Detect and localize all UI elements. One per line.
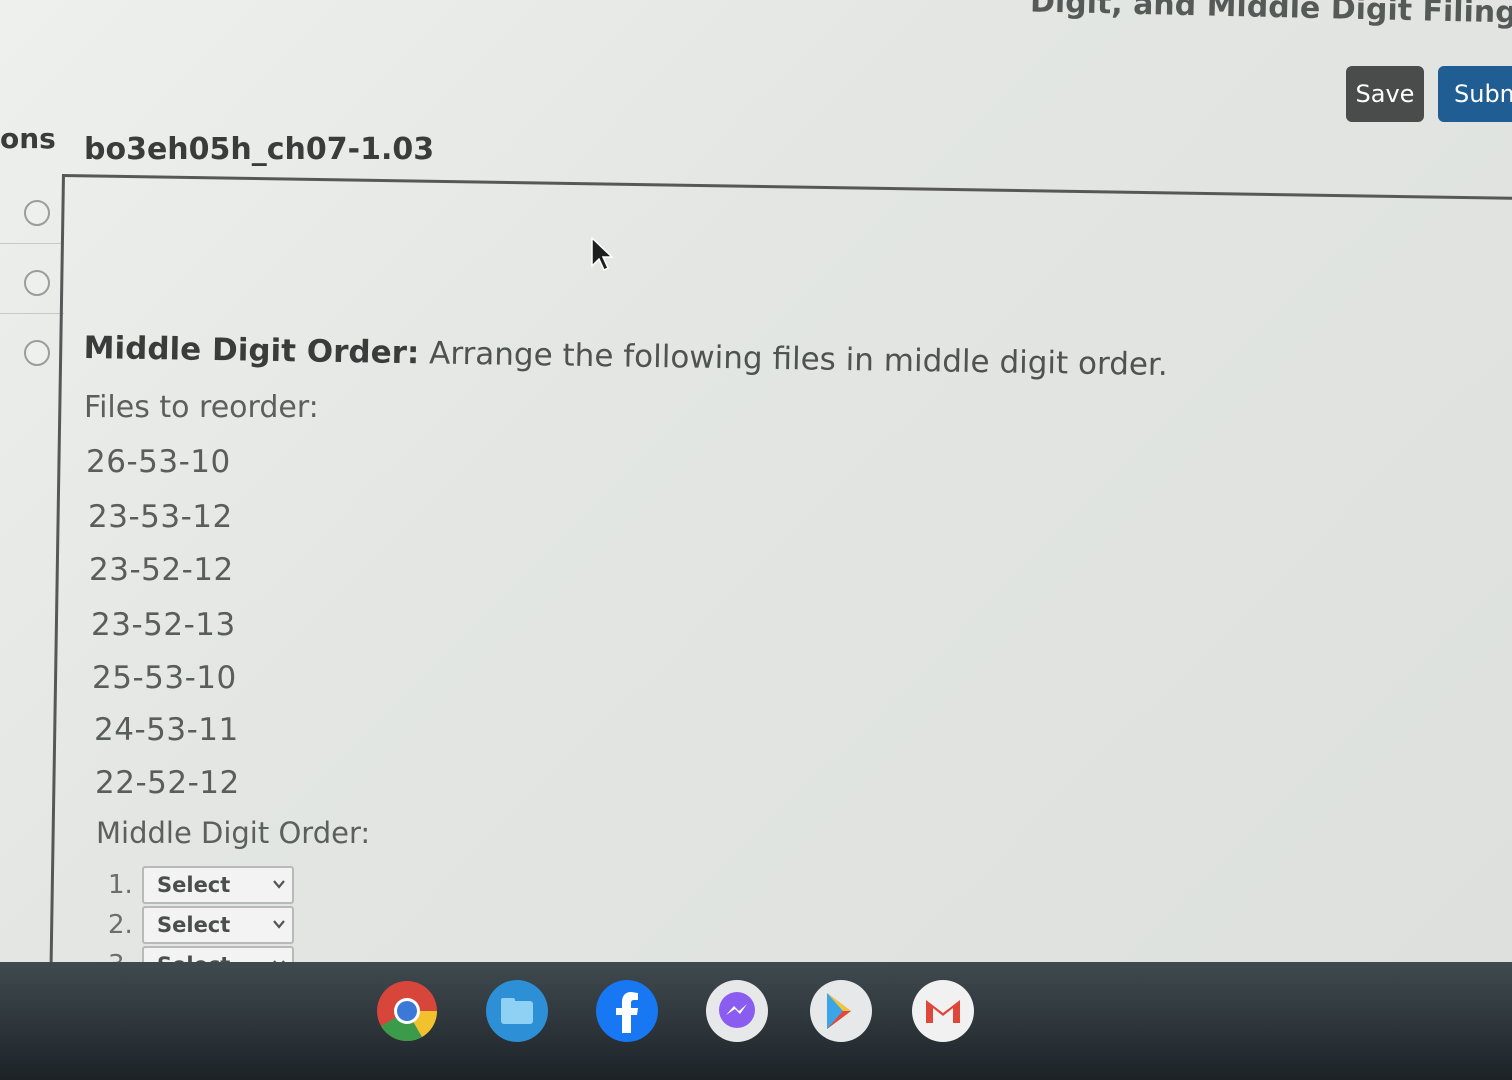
file-item: 25-53-10 xyxy=(92,660,237,696)
messenger-icon[interactable] xyxy=(706,980,768,1042)
file-item: 23-53-12 xyxy=(88,499,233,535)
prompt-heading: Middle Digit Order: xyxy=(83,330,420,372)
order-label: Middle Digit Order: xyxy=(96,816,371,850)
chevron-down-icon xyxy=(273,880,285,889)
sidebar-tab-label: ons xyxy=(0,122,56,155)
select-value: Select xyxy=(157,913,231,937)
file-item: 24-53-11 xyxy=(94,712,239,748)
file-item: 26-53-10 xyxy=(86,444,231,480)
question-radio-2[interactable] xyxy=(24,270,50,296)
gmail-icon[interactable] xyxy=(912,980,974,1042)
chrome-icon[interactable] xyxy=(376,980,438,1042)
order-number: 1. xyxy=(108,870,133,900)
play-store-icon[interactable] xyxy=(810,980,872,1042)
save-button[interactable]: Save xyxy=(1346,66,1424,122)
facebook-icon[interactable] xyxy=(596,980,658,1042)
order-select[interactable]: Select xyxy=(142,906,294,944)
question-id: bo3eh05h_ch07-1.03 xyxy=(84,132,435,167)
order-select[interactable]: Select xyxy=(142,866,294,904)
taskbar xyxy=(0,962,1512,1080)
submit-button[interactable]: Subm xyxy=(1438,66,1512,122)
question-radio-1[interactable] xyxy=(24,200,50,226)
page-header-title: Digit, and Middle Digit Filing xyxy=(1029,0,1512,31)
files-label: Files to reorder: xyxy=(84,390,319,425)
file-item: 23-52-13 xyxy=(91,607,236,643)
select-value: Select xyxy=(157,873,231,897)
divider xyxy=(0,313,64,314)
file-item: 23-52-12 xyxy=(89,552,234,588)
files-icon[interactable] xyxy=(486,980,548,1042)
order-number: 2. xyxy=(108,910,133,940)
page-header: Digit, and Middle Digit Filing Save Subm xyxy=(0,0,1512,122)
divider xyxy=(0,243,64,244)
browser-content: Digit, and Middle Digit Filing Save Subm… xyxy=(0,0,1512,980)
question-panel xyxy=(49,174,1512,980)
mouse-cursor-icon xyxy=(591,236,614,272)
chevron-down-icon xyxy=(273,920,285,929)
file-item: 22-52-12 xyxy=(95,765,240,801)
question-radio-3[interactable] xyxy=(24,340,50,366)
question-nav-rail xyxy=(0,176,64,386)
